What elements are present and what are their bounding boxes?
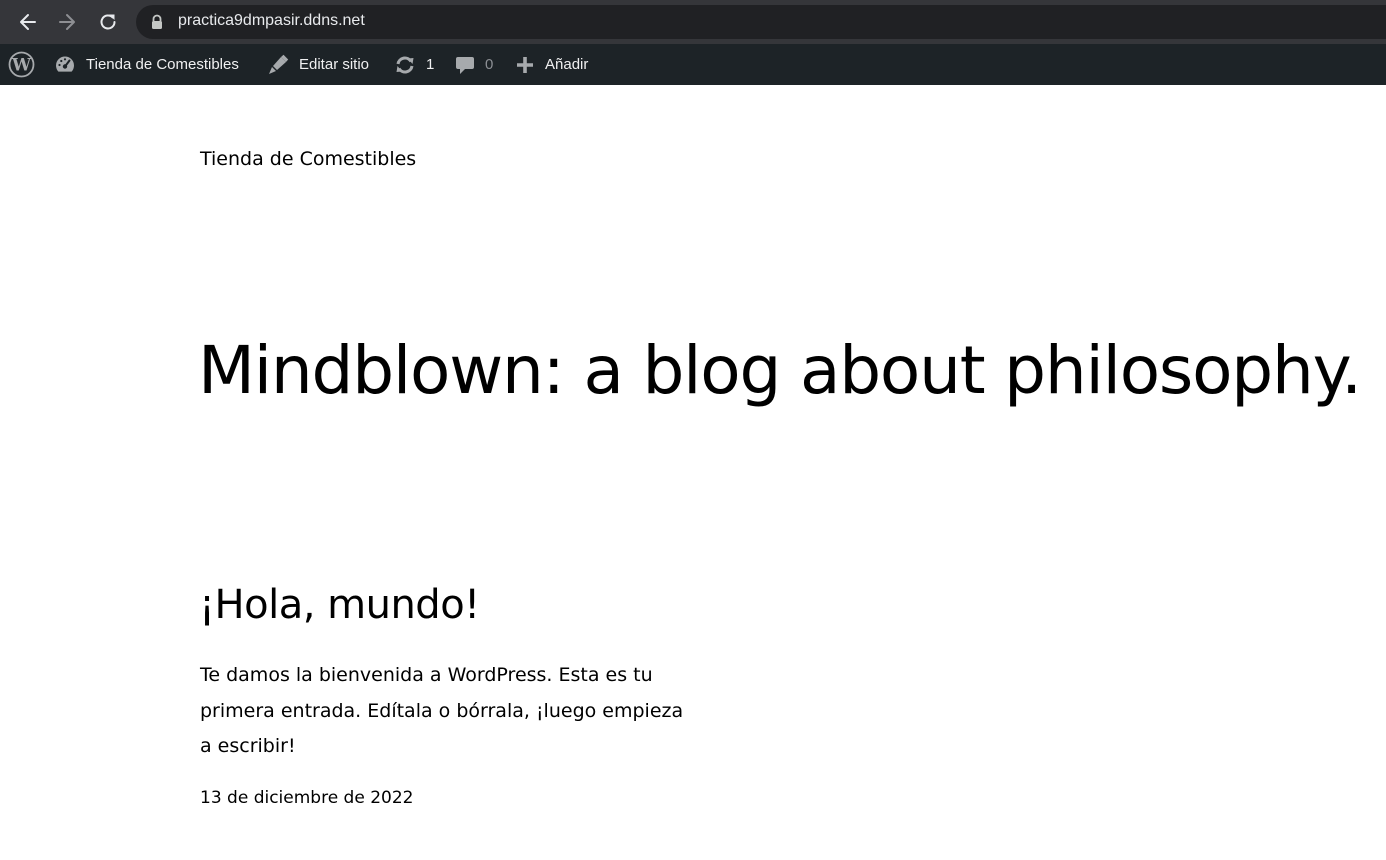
wordpress-logo-icon: W — [8, 51, 35, 78]
back-button[interactable] — [12, 6, 44, 38]
brush-icon — [269, 54, 289, 74]
updates-refresh-icon — [396, 56, 414, 73]
edit-site-menu[interactable]: Editar sitio — [267, 44, 369, 85]
dashboard-gauge-icon — [56, 56, 74, 72]
updates-count[interactable]: 1 — [426, 56, 434, 73]
wp-admin-bar: W Tienda de Comestibles Editar sitio 1 0… — [0, 44, 1386, 85]
edit-site-label[interactable]: Editar sitio — [299, 56, 369, 73]
updates-menu[interactable]: 1 — [394, 44, 434, 85]
site-name-menu[interactable]: Tienda de Comestibles — [54, 44, 239, 85]
wp-logo-menu[interactable]: W — [8, 44, 35, 85]
add-new-menu[interactable]: Añadir — [515, 44, 588, 85]
lock-icon[interactable] — [150, 14, 164, 30]
forward-arrow-icon — [59, 14, 75, 30]
plus-icon — [517, 56, 533, 73]
site-title-link[interactable]: Tienda de Comestibles — [200, 148, 416, 170]
add-new-label[interactable]: Añadir — [545, 56, 588, 73]
url-text[interactable]: practica9dmpasir.ddns.net — [178, 12, 365, 30]
comments-menu[interactable]: 0 — [455, 44, 493, 85]
comments-count[interactable]: 0 — [485, 56, 493, 73]
reload-button[interactable] — [92, 6, 124, 38]
svg-text:W: W — [11, 56, 32, 76]
page-heading: Mindblown: a blog about philosophy. — [198, 332, 1362, 409]
forward-button[interactable] — [51, 6, 83, 38]
back-arrow-icon — [20, 14, 36, 30]
post-date-link[interactable]: 13 de diciembre de 2022 — [200, 788, 413, 808]
browser-toolbar: practica9dmpasir.ddns.net — [0, 0, 1386, 44]
comment-bubble-icon — [456, 56, 474, 74]
site-name-label[interactable]: Tienda de Comestibles — [86, 56, 239, 73]
reload-icon — [100, 14, 116, 30]
post-excerpt: Te damos la bienvenida a WordPress. Esta… — [200, 664, 684, 757]
post-title-link[interactable]: ¡Hola, mundo! — [199, 582, 480, 628]
address-bar[interactable]: practica9dmpasir.ddns.net — [136, 5, 1386, 39]
